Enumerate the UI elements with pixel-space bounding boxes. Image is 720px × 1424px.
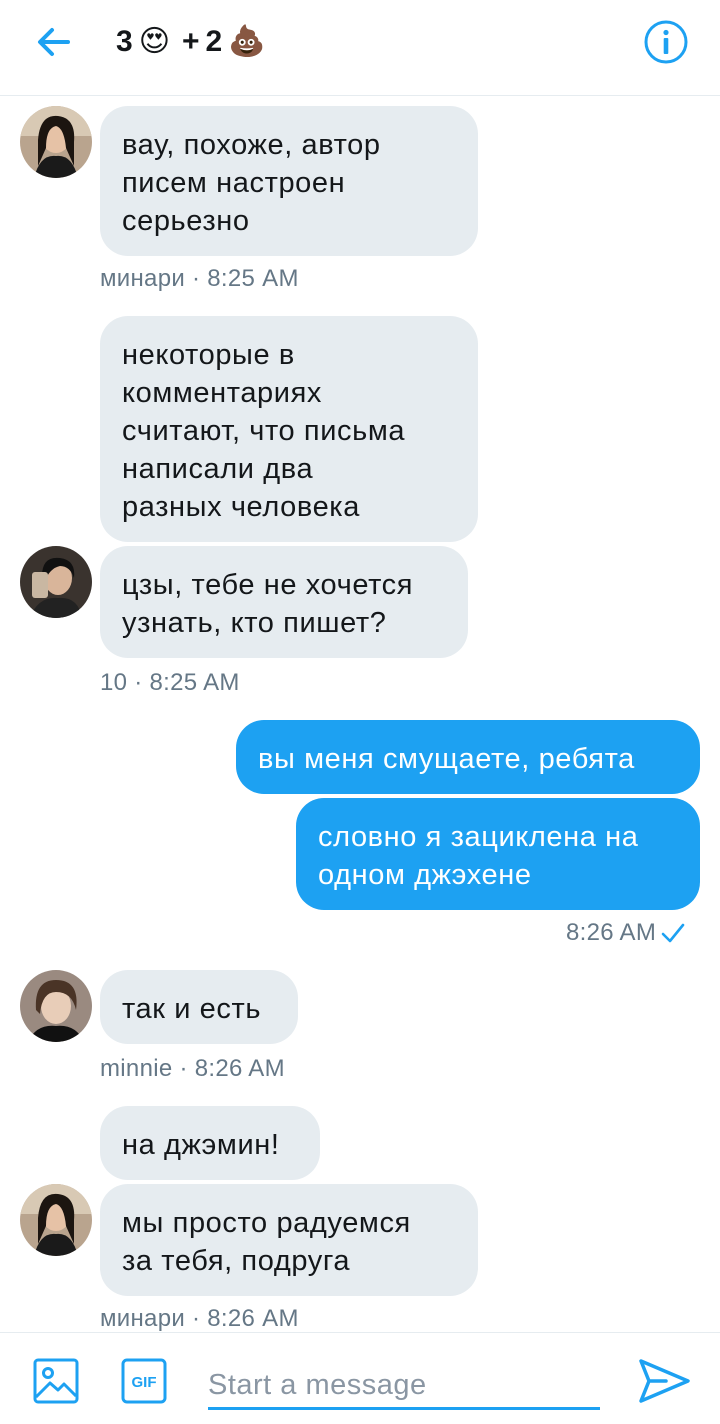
- message-composer: GIF: [0, 1332, 720, 1424]
- avatar-image: [20, 106, 92, 178]
- image-icon: [33, 1358, 79, 1404]
- send-button[interactable]: [636, 1353, 692, 1409]
- message-text-line: некоторые в: [122, 339, 295, 371]
- title-count-a: 3: [116, 25, 133, 58]
- message-text-line: считают, что письма: [122, 415, 406, 447]
- send-icon: [639, 1359, 690, 1403]
- heart-eyes-emoji: 😍: [138, 25, 170, 58]
- message-text-line: вау, похоже, автор: [122, 129, 381, 161]
- message-bubble-incoming[interactable]: вау, похоже, автор писем настроен серьез…: [100, 106, 478, 256]
- message-meta: 10 · 8:25 AM: [100, 669, 240, 696]
- title-count-b: 2: [205, 25, 223, 58]
- message-meta-outgoing: 8:26 AM: [566, 918, 686, 948]
- poop-emoji: 💩: [228, 25, 266, 58]
- message-bubble-incoming[interactable]: на джэмин!: [100, 1106, 320, 1180]
- message-text-line: одном джэхене: [318, 859, 532, 891]
- message-bubble-outgoing[interactable]: вы меня смущаете, ребята: [236, 720, 700, 794]
- avatar-image: [20, 1184, 92, 1256]
- message-text-line: узнать, кто пишет?: [122, 607, 387, 639]
- message-text: так и есть: [122, 993, 262, 1025]
- message-text-line: разных человека: [122, 491, 360, 523]
- message-text-line: серьезно: [122, 205, 250, 237]
- gif-label: GIF: [132, 1374, 157, 1391]
- message-text-line: написали два: [122, 453, 314, 485]
- add-gif-button[interactable]: GIF: [120, 1357, 168, 1405]
- avatar-minari[interactable]: [20, 1184, 92, 1256]
- info-icon: [644, 20, 688, 64]
- message-text-line: словно я зациклена на: [318, 821, 639, 853]
- title-plus: +: [181, 25, 200, 58]
- avatar-10[interactable]: [20, 546, 92, 618]
- message-text-line: цзы, тебе не хочется: [122, 569, 414, 601]
- avatar-image: [20, 546, 92, 618]
- conversation-title[interactable]: 3 😍 + 2 💩: [116, 20, 266, 64]
- message-input[interactable]: [208, 1363, 600, 1410]
- message-text-line: мы просто радуемся: [122, 1207, 411, 1239]
- avatar-minnie[interactable]: [20, 970, 92, 1042]
- message-meta: минари · 8:25 AM: [100, 265, 299, 292]
- message-text-line: комментариях: [122, 377, 322, 409]
- add-image-button[interactable]: [32, 1357, 80, 1405]
- message-time: 8:26 AM: [566, 919, 657, 946]
- message-text: на джэмин!: [122, 1129, 280, 1161]
- checkmark-icon: [661, 923, 685, 943]
- back-button[interactable]: [30, 22, 78, 62]
- gif-icon: GIF: [121, 1358, 167, 1404]
- message-meta: minnie · 8:26 AM: [100, 1055, 285, 1082]
- back-arrow-icon: [38, 28, 70, 56]
- info-button[interactable]: [642, 18, 690, 66]
- avatar-minari[interactable]: [20, 106, 92, 178]
- message-text-line: за тебя, подруга: [122, 1245, 351, 1277]
- avatar-image: [20, 970, 92, 1042]
- message-bubble-outgoing[interactable]: словно я зациклена на одном джэхене: [296, 798, 700, 910]
- message-bubble-incoming[interactable]: так и есть: [100, 970, 298, 1044]
- message-bubble-incoming[interactable]: некоторые в комментариях считают, что пи…: [100, 316, 478, 542]
- conversation-header: 3 😍 + 2 💩: [0, 0, 720, 96]
- message-bubble-incoming[interactable]: мы просто радуемся за тебя, подруга: [100, 1184, 478, 1296]
- message-text-line: писем настроен: [122, 167, 346, 199]
- message-meta: минари · 8:26 AM: [100, 1305, 299, 1332]
- message-bubble-incoming[interactable]: цзы, тебе не хочется узнать, кто пишет?: [100, 546, 468, 658]
- message-text: вы меня смущаете, ребята: [258, 743, 635, 775]
